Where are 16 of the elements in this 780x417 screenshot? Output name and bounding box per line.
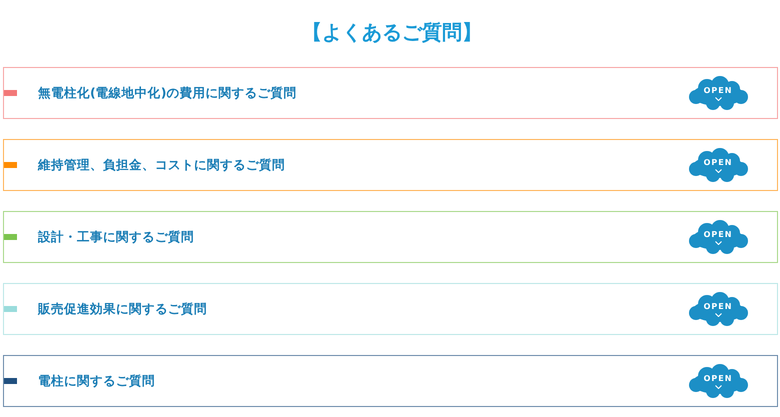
chevron-down-icon [714, 168, 722, 172]
chevron-down-icon [714, 312, 722, 316]
faq-category-item[interactable]: 設計・工事に関するご質問 OPEN [3, 211, 778, 263]
page-title: 【よくあるご質問】 [301, 19, 482, 46]
faq-category-label: 電柱に関するご質問 [38, 372, 156, 390]
faq-category-item[interactable]: 無電柱化(電線地中化)の費用に関するご質問 OPEN [3, 67, 778, 119]
chevron-down-icon [714, 240, 722, 244]
chevron-down-icon [714, 96, 722, 100]
chevron-down-icon [714, 384, 722, 388]
faq-category-label: 設計・工事に関するご質問 [38, 228, 195, 246]
faq-category-label: 無電柱化(電線地中化)の費用に関するご質問 [38, 84, 298, 102]
faq-category-label: 販売促進効果に関するご質問 [38, 300, 208, 318]
faq-category-item[interactable]: 電柱に関するご質問 OPEN [3, 355, 778, 407]
faq-category-item[interactable]: 販売促進効果に関するご質問 OPEN [3, 283, 778, 335]
faq-category-label: 維持管理、負担金、コストに関するご質問 [38, 156, 286, 174]
faq-category-item[interactable]: 維持管理、負担金、コストに関するご質問 OPEN [3, 139, 778, 191]
